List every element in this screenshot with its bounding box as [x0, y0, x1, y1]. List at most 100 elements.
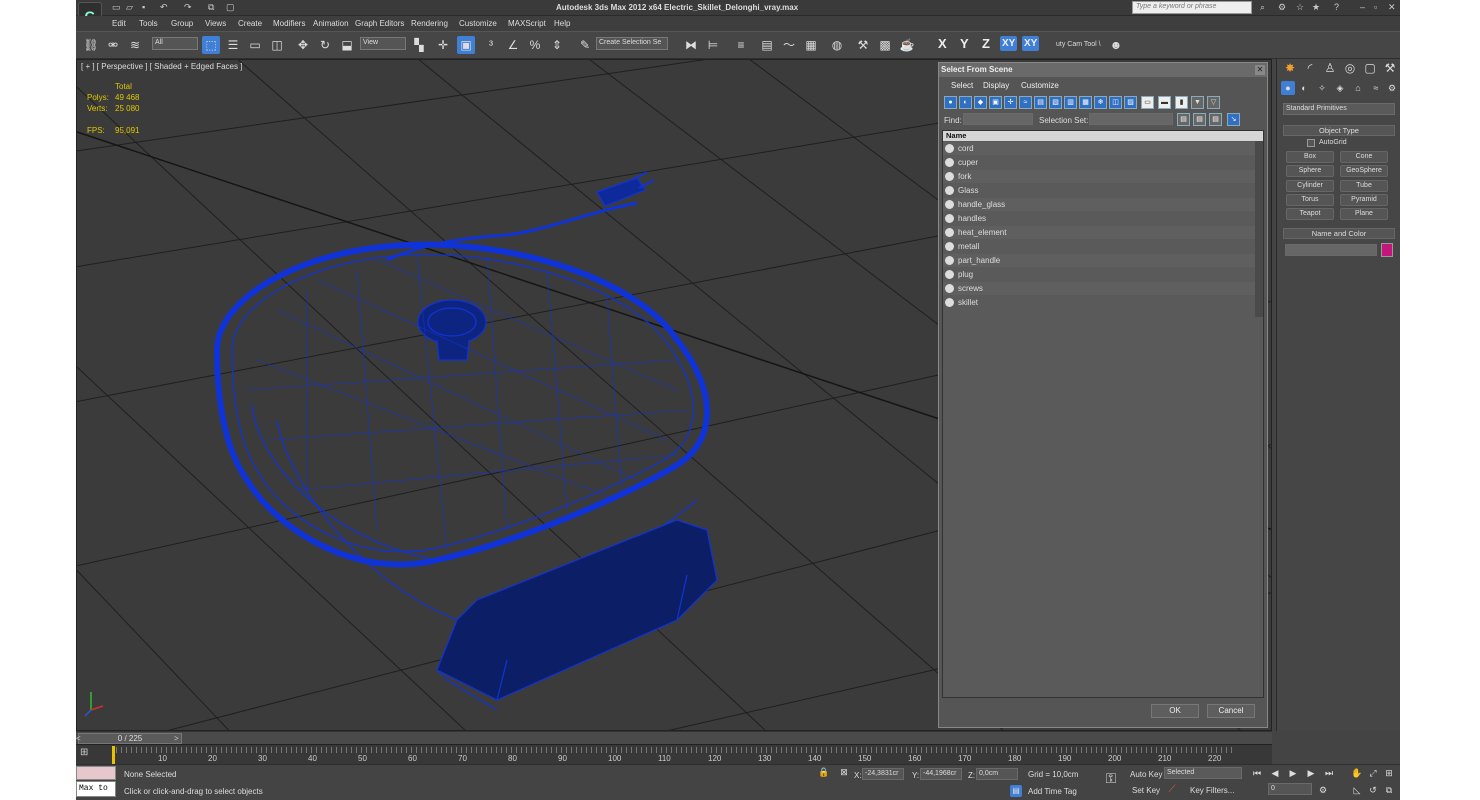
list-item[interactable]: metall [943, 240, 1255, 253]
x-coordinate-field[interactable]: -24,3831cr [862, 768, 904, 780]
rotate-icon[interactable]: ↻ [316, 36, 334, 54]
pivot-center-icon[interactable]: ▚ [410, 36, 428, 54]
new-file-icon[interactable]: ▭ [112, 2, 122, 12]
key-mode-toggle-icon[interactable]: ⟋ [1166, 783, 1178, 797]
select-dependents-icon[interactable]: ▤ [1177, 113, 1190, 126]
shapes-category-icon[interactable]: ◐ [1297, 81, 1311, 95]
cylinder-button[interactable]: Cylinder [1286, 180, 1334, 192]
display-lights-icon[interactable]: ◆ [974, 96, 987, 109]
select-by-name-icon[interactable]: ☰ [224, 36, 242, 54]
field-of-view-icon[interactable]: ◺ [1350, 783, 1364, 797]
xy-plane-cycle[interactable]: XY [1022, 36, 1040, 51]
snaps-toggle-icon[interactable]: ³ [482, 36, 500, 54]
menu-modifiers[interactable]: Modifiers [273, 19, 305, 28]
cameras-category-icon[interactable]: ◈ [1333, 81, 1347, 95]
filter-icon[interactable]: ▼ [1191, 96, 1204, 109]
list-item[interactable]: handle_glass [943, 198, 1255, 211]
z-coordinate-field[interactable]: 0,0cm [976, 768, 1018, 780]
list-item[interactable]: heat_element [943, 226, 1255, 239]
open-file-icon[interactable]: ▱ [126, 2, 136, 12]
object-type-rollout[interactable]: Object Type [1283, 125, 1395, 136]
selection-filter-dropdown[interactable]: All [152, 37, 198, 50]
layer-manager-icon[interactable]: ≡ [732, 36, 750, 54]
display-tab-icon[interactable]: ▢ [1361, 59, 1379, 77]
selection-set-dropdown[interactable] [1089, 113, 1173, 125]
utilities-tab-icon[interactable]: ⚒ [1381, 59, 1399, 77]
object-name-input[interactable] [1285, 244, 1377, 256]
help-icon[interactable]: ? [1334, 2, 1344, 12]
bind-spacewarp-icon[interactable]: ≋ [126, 36, 144, 54]
graphite-tools-icon[interactable]: ▤ [758, 36, 776, 54]
y-coordinate-field[interactable]: -44,1968cr [920, 768, 962, 780]
menu-tools[interactable]: Tools [139, 19, 158, 28]
link-icon[interactable]: ⛓ [82, 36, 100, 54]
scale-icon[interactable]: ⬓ [338, 36, 356, 54]
name-and-color-rollout[interactable]: Name and Color [1283, 228, 1395, 239]
list-item[interactable]: cuper [943, 156, 1255, 169]
select-children-icon[interactable]: ▤ [1193, 113, 1206, 126]
display-xrefs-icon[interactable]: ▧ [1049, 96, 1062, 109]
find-case-sensitive-icon[interactable]: ↘ [1227, 113, 1240, 126]
display-spacewarps-icon[interactable]: ≈ [1019, 96, 1032, 109]
motion-tab-icon[interactable]: ◎ [1341, 59, 1359, 77]
find-input[interactable] [963, 113, 1033, 125]
display-none-icon[interactable]: ▭ [1141, 96, 1154, 109]
geosphere-button[interactable]: GeoSphere [1340, 165, 1388, 177]
dialog-close-icon[interactable]: ✕ [1255, 65, 1265, 75]
display-shapes-icon[interactable]: ◐ [959, 96, 972, 109]
move-icon[interactable]: ✥ [294, 36, 312, 54]
list-scrollbar[interactable] [1255, 141, 1263, 317]
viewport-label[interactable]: [ + ] [ Perspective ] [ Shaded + Edged F… [81, 62, 242, 71]
align-icon[interactable]: ⊨ [704, 36, 722, 54]
xy-plane-constraint[interactable]: XY [1000, 36, 1018, 51]
undo-icon[interactable]: ↶ [160, 2, 170, 12]
menu-maxscript[interactable]: MAXScript [508, 19, 546, 28]
display-invert-icon[interactable]: ▬ [1158, 96, 1171, 109]
render-setup-icon[interactable]: ⚒ [854, 36, 872, 54]
y-axis-constraint[interactable]: Y [960, 36, 969, 51]
autogrid-checkbox[interactable] [1307, 139, 1315, 147]
previous-frame-icon[interactable]: ◀ [1268, 766, 1282, 780]
set-key-button[interactable]: Set Key [1132, 786, 1160, 795]
search-input[interactable]: Type a keyword or phrase [1132, 1, 1252, 14]
schematic-view-icon[interactable]: ▦ [802, 36, 820, 54]
time-slider-knob[interactable]: 0 / 225 [78, 733, 182, 744]
selection-lock-icon[interactable]: 🔒 [818, 766, 830, 778]
display-all-icon[interactable]: ▨ [1124, 96, 1137, 109]
reference-coordinate-dropdown[interactable]: View [360, 37, 406, 50]
ok-button[interactable]: OK [1151, 704, 1199, 718]
plane-button[interactable]: Plane [1340, 208, 1388, 220]
go-to-start-icon[interactable]: ⏮ [1250, 766, 1264, 780]
object-color-swatch[interactable] [1381, 243, 1393, 257]
material-editor-icon[interactable]: ◍ [828, 36, 846, 54]
current-frame-field[interactable]: 0 [1268, 783, 1312, 795]
time-prev-icon[interactable]: < [76, 734, 81, 743]
list-item[interactable]: Glass [943, 184, 1255, 197]
teapot-button[interactable]: Teapot [1286, 208, 1334, 220]
modify-tab-icon[interactable]: ◜ [1301, 59, 1319, 77]
menu-rendering[interactable]: Rendering [411, 19, 448, 28]
menu-help[interactable]: Help [554, 19, 570, 28]
time-next-icon[interactable]: > [174, 734, 179, 743]
tube-button[interactable]: Tube [1340, 180, 1388, 192]
geometry-category-icon[interactable]: ● [1281, 81, 1295, 95]
window-crossing-icon[interactable]: ◫ [268, 36, 286, 54]
sync-selection-icon[interactable]: ▮ [1175, 96, 1188, 109]
cam-tool-label[interactable]: uty Cam Tool \ [1056, 41, 1101, 48]
close-icon[interactable]: ✕ [1388, 2, 1398, 12]
box-button[interactable]: Box [1286, 151, 1334, 163]
dialog-menu-display[interactable]: Display [983, 81, 1009, 90]
list-column-name[interactable]: Name [943, 131, 1263, 141]
list-item[interactable]: fork [943, 170, 1255, 183]
render-production-icon[interactable]: ☕ [898, 36, 916, 54]
menu-create[interactable]: Create [238, 19, 262, 28]
list-item[interactable]: cord [943, 142, 1255, 155]
auto-key-button[interactable]: Auto Key [1130, 770, 1162, 779]
display-hidden-icon[interactable]: ◫ [1109, 96, 1122, 109]
spacewarps-category-icon[interactable]: ≈ [1369, 81, 1383, 95]
subscription-icon[interactable]: ⚙ [1278, 2, 1288, 12]
pan-icon[interactable]: ✋ [1350, 766, 1364, 780]
menu-group[interactable]: Group [171, 19, 193, 28]
time-slider[interactable]: 0 / 225 < > [76, 731, 1272, 744]
rectangular-selection-icon[interactable]: ▭ [246, 36, 264, 54]
